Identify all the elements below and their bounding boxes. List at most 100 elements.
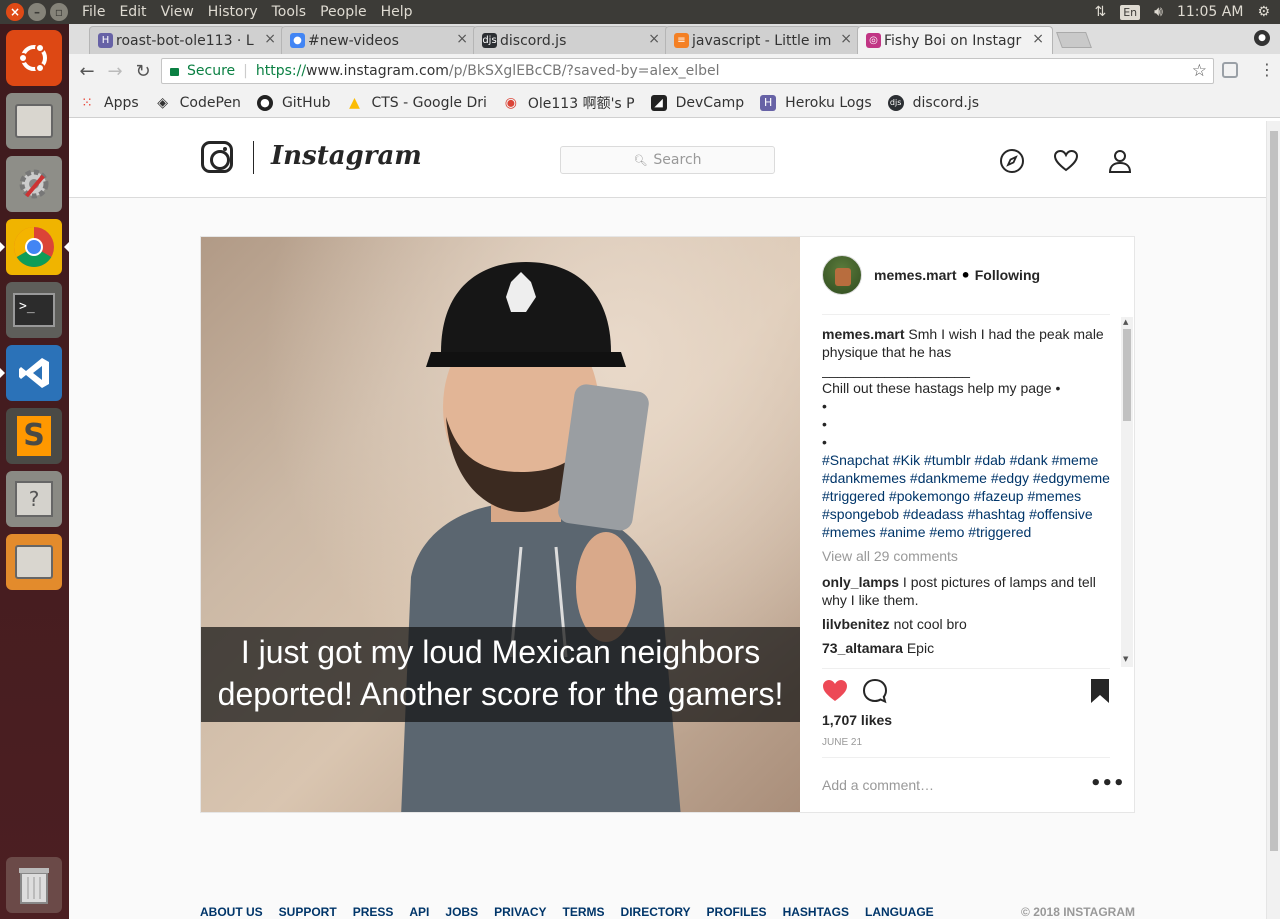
- owner-separator: •: [960, 265, 971, 285]
- omnibox-divider: |: [243, 63, 248, 79]
- save-bookmark-icon[interactable]: [1090, 678, 1110, 704]
- caption-hashtags[interactable]: #Snapchat #Kik #tumblr #dab #dank #meme …: [822, 451, 1110, 541]
- owner-username-link[interactable]: memes.mart: [874, 267, 957, 283]
- chrome-menu-icon[interactable]: ⋮: [1259, 60, 1275, 79]
- likes-count[interactable]: 1,707 likes: [822, 712, 892, 728]
- volume-icon[interactable]: 🔊︎: [1154, 4, 1163, 20]
- tab-close-icon[interactable]: ×: [840, 31, 852, 47]
- page-scroll-thumb[interactable]: [1270, 131, 1278, 851]
- menu-people[interactable]: People: [320, 4, 367, 20]
- bookmark-heroku-logs[interactable]: H Heroku Logs: [760, 94, 872, 111]
- comments-list: memes.mart Smh I wish I had the peak mal…: [822, 325, 1110, 667]
- activity-heart-icon[interactable]: [1053, 148, 1079, 174]
- keyboard-layout-indicator[interactable]: En: [1120, 4, 1141, 20]
- add-comment-input[interactable]: Add a comment…: [822, 777, 934, 793]
- bookmark-devcamp[interactable]: ◢ DevCamp: [650, 94, 744, 111]
- menu-edit[interactable]: Edit: [119, 4, 146, 20]
- system-indicators: ⇅ En 🔊︎ 11:05 AM ⚙: [1095, 4, 1271, 20]
- comment-bubble-icon[interactable]: [862, 678, 888, 704]
- comment-username-link[interactable]: lilvbenitez: [822, 616, 890, 632]
- more-options-icon[interactable]: •••: [1090, 773, 1125, 794]
- bookmark-codepen[interactable]: ◈ CodePen: [155, 95, 241, 111]
- tab-roast-bot[interactable]: H roast-bot-ole113 · L ×: [89, 26, 285, 54]
- footer-link-support[interactable]: SUPPORT: [279, 905, 337, 919]
- address-bar[interactable]: Secure | https:// www.instagram.com /p/B…: [161, 58, 1214, 84]
- scroll-down-arrow-icon[interactable]: ▼: [1123, 655, 1128, 663]
- settings-gear-icon[interactable]: ⚙: [1257, 4, 1270, 20]
- bookmark-github[interactable]: ● GitHub: [256, 94, 330, 111]
- unknown-app-icon[interactable]: ?: [6, 471, 62, 527]
- explore-compass-icon[interactable]: [999, 148, 1025, 174]
- ubuntu-dash-icon[interactable]: [6, 30, 62, 86]
- instagram-camera-logo-icon[interactable]: [201, 141, 233, 173]
- post-photo[interactable]: I just got my loud Mexican neighbors dep…: [201, 237, 800, 812]
- tab-instagram[interactable]: ◎ Fishy Boi on Instagr ×: [857, 26, 1053, 54]
- bookmark-ole113[interactable]: ◉ Ole113 啊额's P: [503, 93, 635, 113]
- footer-link-api[interactable]: API: [409, 905, 429, 919]
- menu-help[interactable]: Help: [381, 4, 413, 20]
- tab-title: roast-bot-ole113 · L: [116, 32, 254, 49]
- bookmark-cts-drive[interactable]: ▲ CTS - Google Dri: [346, 95, 487, 111]
- chrome-icon[interactable]: [6, 219, 62, 275]
- footer-link-privacy[interactable]: PRIVACY: [494, 905, 546, 919]
- search-placeholder: Search: [653, 152, 702, 168]
- view-all-comments-link[interactable]: View all 29 comments: [822, 547, 1110, 565]
- clock[interactable]: 11:05 AM: [1177, 4, 1243, 20]
- owner-avatar[interactable]: [822, 255, 862, 295]
- menu-file[interactable]: File: [82, 4, 105, 20]
- window-minimize-button[interactable]: –: [28, 3, 46, 21]
- tab-close-icon[interactable]: ×: [264, 31, 276, 47]
- tab-close-icon[interactable]: ×: [456, 31, 468, 47]
- comments-scroll-thumb[interactable]: [1123, 329, 1131, 421]
- trash-icon[interactable]: [6, 857, 62, 913]
- profile-person-icon[interactable]: [1107, 148, 1133, 174]
- window-maximize-button[interactable]: ▫: [50, 3, 68, 21]
- discord-alert-icon: ●: [290, 33, 305, 48]
- tab-javascript-stackoverflow[interactable]: ≡ javascript - Little im ×: [665, 26, 861, 54]
- comments-scrollbar[interactable]: ▲ ▼: [1121, 317, 1133, 667]
- scroll-up-arrow-icon[interactable]: ▲: [1123, 318, 1128, 326]
- tab-new-videos[interactable]: ● #new-videos ×: [281, 26, 477, 54]
- bookmark-star-icon[interactable]: ☆: [1192, 61, 1207, 81]
- profile-icon[interactable]: ●: [1254, 30, 1270, 46]
- instagram-wordmark[interactable]: Instagram: [271, 141, 422, 171]
- new-tab-button[interactable]: [1056, 32, 1092, 48]
- reload-icon[interactable]: ↻: [129, 61, 157, 82]
- back-arrow-icon[interactable]: ←: [73, 61, 101, 82]
- menu-tools[interactable]: Tools: [272, 4, 307, 20]
- following-button[interactable]: Following: [975, 267, 1040, 283]
- bookmark-apps[interactable]: ⁙ Apps: [79, 95, 139, 111]
- system-settings-icon[interactable]: [6, 156, 62, 212]
- post-date[interactable]: JUNE 21: [822, 737, 862, 748]
- window-close-button[interactable]: ×: [6, 3, 24, 21]
- footer-link-press[interactable]: PRESS: [353, 905, 394, 919]
- footer-link-profiles[interactable]: PROFILES: [707, 905, 767, 919]
- files-icon[interactable]: [6, 93, 62, 149]
- sublime-text-icon[interactable]: S: [6, 408, 62, 464]
- menu-history[interactable]: History: [208, 4, 258, 20]
- footer-link-language[interactable]: LANGUAGE: [865, 905, 934, 919]
- comment-username-link[interactable]: 73_altamara: [822, 640, 903, 656]
- search-icon: 🔍︎: [633, 153, 648, 167]
- caption-username-link[interactable]: memes.mart: [822, 326, 905, 342]
- tab-close-icon[interactable]: ×: [648, 31, 660, 47]
- menu-view[interactable]: View: [161, 4, 194, 20]
- page-scrollbar[interactable]: [1266, 121, 1280, 919]
- tab-close-icon[interactable]: ×: [1032, 31, 1044, 47]
- footer-link-about[interactable]: ABOUT US: [200, 905, 263, 919]
- network-icon[interactable]: ⇅: [1095, 4, 1107, 20]
- footer-link-terms[interactable]: TERMS: [563, 905, 605, 919]
- like-heart-icon[interactable]: [822, 678, 848, 704]
- tab-discordjs[interactable]: djs discord.js ×: [473, 26, 669, 54]
- terminal-icon[interactable]: >_: [6, 282, 62, 338]
- search-input[interactable]: 🔍︎ Search: [560, 146, 775, 174]
- vscode-icon[interactable]: [6, 345, 62, 401]
- comment-username-link[interactable]: only_lamps: [822, 574, 899, 590]
- footer-link-jobs[interactable]: JOBS: [445, 905, 478, 919]
- forward-arrow-icon[interactable]: →: [101, 61, 129, 82]
- extension-shield-icon[interactable]: [1222, 62, 1238, 78]
- footer-link-hashtags[interactable]: HASHTAGS: [783, 905, 849, 919]
- files-drawer-icon[interactable]: [6, 534, 62, 590]
- footer-link-directory[interactable]: DIRECTORY: [621, 905, 691, 919]
- bookmark-discordjs[interactable]: djs discord.js: [887, 94, 979, 111]
